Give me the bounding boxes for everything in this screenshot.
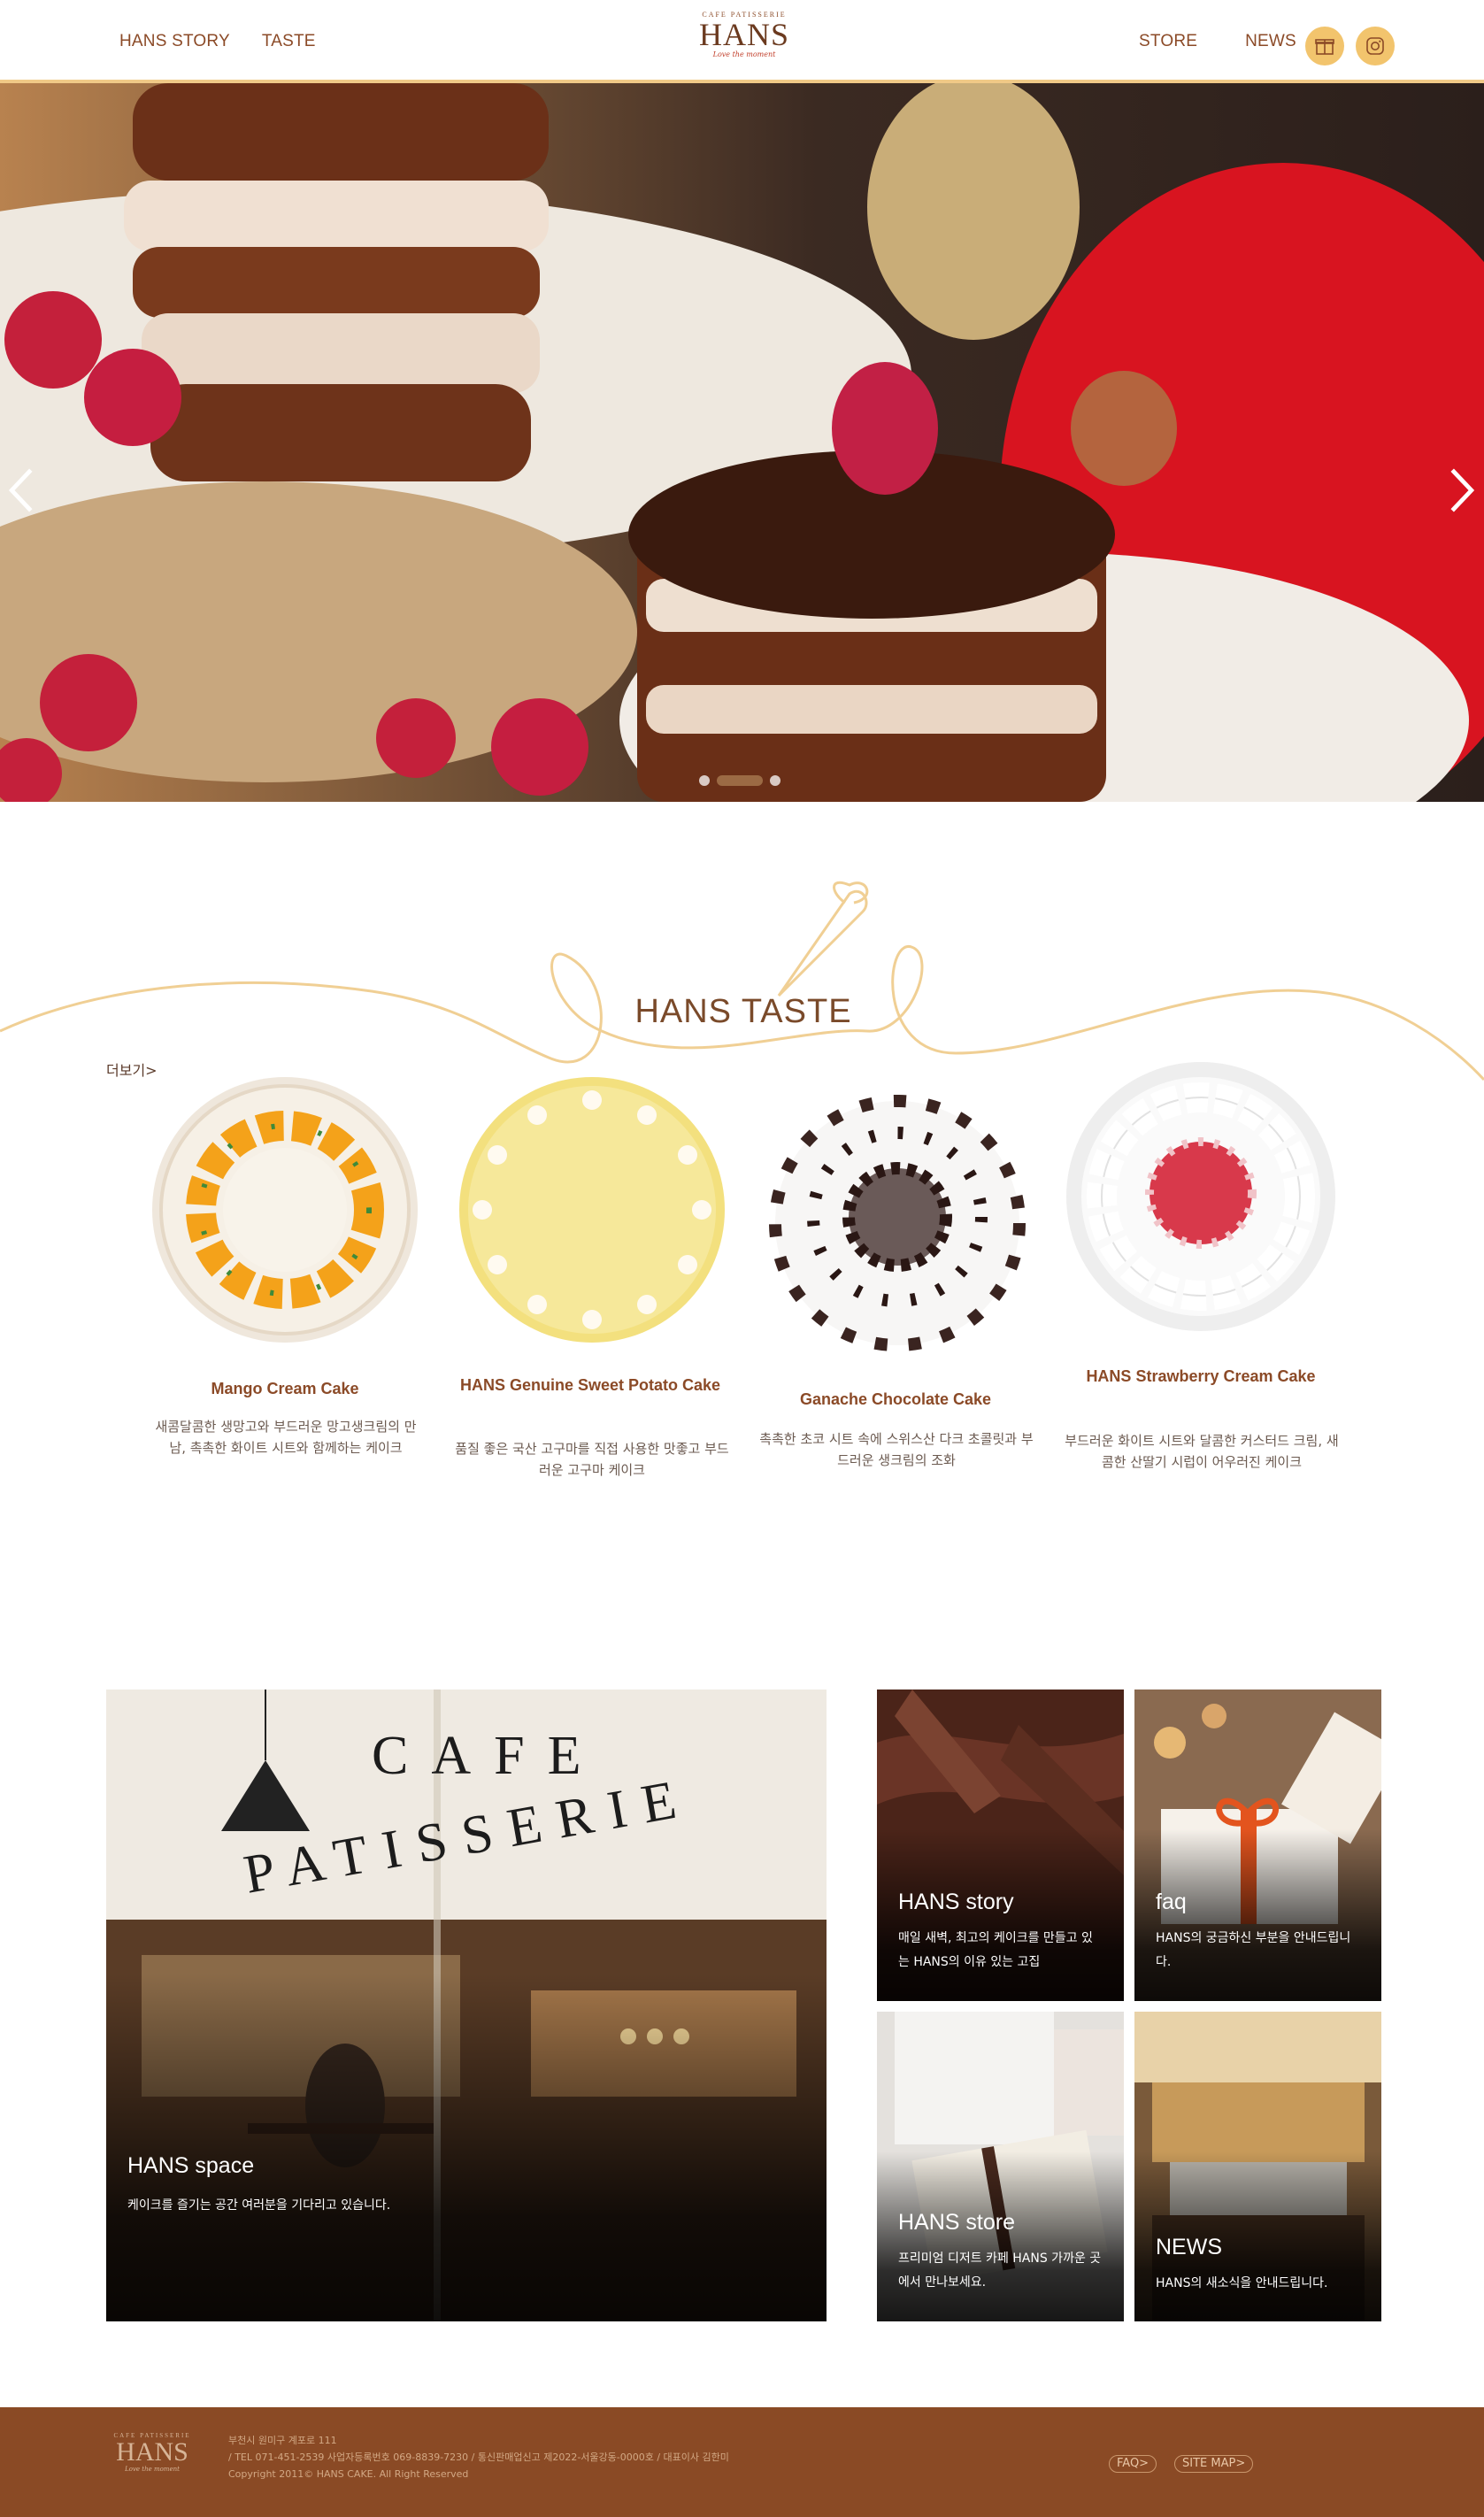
- footer-info: 부천시 원미구 계포로 111 / TEL 071-451-2539 사업자등록…: [228, 2432, 729, 2482]
- site-logo[interactable]: CAFE PATISSERIE HANS Love the moment: [698, 9, 790, 74]
- tile-hans-space[interactable]: CAFE PATISSERIE HANS space 케이크를 즐기는 공간 여…: [106, 1690, 827, 2321]
- more-link[interactable]: 더보기>: [106, 1058, 158, 1080]
- cake-description: 촉촉한 초코 시트 속에 스위스산 다크 초콜릿과 부드러운 생크림의 조화: [759, 1431, 1034, 1468]
- footer-logo-wordmark: HANS: [116, 2437, 188, 2467]
- ganache-chocolate-cake-image[interactable]: [763, 1089, 1033, 1362]
- sign-cafe-text: CAFE: [372, 1726, 604, 1786]
- slider-dot[interactable]: [699, 775, 710, 786]
- main-nav-left: HANS STORY TASTE: [119, 32, 316, 51]
- footer-address: 부천시 원미구 계포로 111: [228, 2435, 337, 2446]
- nav-store[interactable]: STORE: [1139, 32, 1197, 51]
- faq-button[interactable]: FAQ>: [1109, 2455, 1157, 2473]
- main-nav-right: STORE NEWS: [1139, 32, 1296, 51]
- tile-news[interactable]: NEWS HANS의 새소식을 안내드립니다.: [1134, 2012, 1381, 2321]
- tile-hans-story[interactable]: HANS story 매일 새벽, 최고의 케이크를 만들고 있는 HANS의 …: [877, 1690, 1124, 2001]
- slider-dot-active[interactable]: [717, 775, 763, 786]
- nav-news[interactable]: NEWS: [1245, 32, 1296, 51]
- cake-name[interactable]: HANS Genuine Sweet Potato Cake: [458, 1372, 723, 1398]
- hero-slider[interactable]: [0, 83, 1484, 802]
- logo-wordmark: HANS: [698, 17, 789, 52]
- site-header: HANS STORY TASTE CAFE PATISSERIE HANS Lo…: [0, 0, 1484, 83]
- instagram-icon[interactable]: [1356, 27, 1395, 65]
- cake-name[interactable]: Ganache Chocolate Cake: [763, 1386, 1028, 1412]
- tile-title: HANS story: [898, 1890, 1014, 1914]
- tile-description: HANS의 궁금하신 부분을 안내드립니다.: [1156, 1931, 1351, 1969]
- nav-taste[interactable]: TASTE: [262, 32, 316, 51]
- tile-description: 매일 새벽, 최고의 케이크를 만들고 있는 HANS의 이유 있는 고집: [898, 1931, 1093, 1969]
- tile-description: 프리미엄 디저트 카페 HANS 가까운 곳에서 만나보세요.: [898, 2251, 1102, 2290]
- footer-logo-tagline: Love the moment: [125, 2466, 180, 2473]
- cake-description: 새콤달콤한 생망고와 부드러운 망고생크림의 만남, 촉촉한 화이트 시트와 함…: [155, 1419, 417, 1456]
- sweet-potato-cake-image[interactable]: [458, 1075, 727, 1349]
- cake-name[interactable]: Mango Cream Cake: [152, 1375, 418, 1402]
- cake-description: 품질 좋은 국산 고구마를 직접 사용한 맛좋고 부드러운 고구마 케이크: [455, 1441, 729, 1478]
- tile-description: HANS의 새소식을 안내드립니다.: [1156, 2276, 1328, 2290]
- chevron-right-icon[interactable]: [1444, 464, 1480, 517]
- cake-description: 부드러운 화이트 시트와 달콤한 커스터드 크림, 새콤한 산딸기 시럽이 어우…: [1065, 1433, 1339, 1470]
- gift-icon[interactable]: [1305, 27, 1344, 65]
- strawberry-cream-cake-image[interactable]: [1066, 1062, 1336, 1335]
- footer-logo[interactable]: CAFE PATISSERIE HANS Love the moment: [108, 2432, 196, 2473]
- tile-title: NEWS: [1156, 2235, 1222, 2259]
- slider-pagination: [699, 775, 780, 786]
- slider-dot[interactable]: [770, 775, 780, 786]
- tile-title: faq: [1156, 1890, 1187, 1914]
- tile-hans-store[interactable]: HANS store 프리미엄 디저트 카페 HANS 가까운 곳에서 만나보세…: [877, 2012, 1124, 2321]
- footer-contact: / TEL 071-451-2539 사업자등록번호 069-8839-7230…: [228, 2452, 729, 2463]
- taste-section-title: HANS TASTE: [634, 993, 852, 1030]
- tile-description: 케이크를 즐기는 공간 여러분을 기다리고 있습니다.: [127, 2198, 391, 2213]
- site-footer: CAFE PATISSERIE HANS Love the moment 부천시…: [0, 2407, 1484, 2517]
- tile-faq[interactable]: faq HANS의 궁금하신 부분을 안내드립니다.: [1134, 1690, 1381, 2001]
- chevron-left-icon[interactable]: [4, 464, 39, 517]
- hero-image: [0, 83, 1484, 802]
- footer-copyright: Copyright 2011© HANS CAKE. All Right Res…: [228, 2468, 469, 2480]
- cake-name[interactable]: HANS Strawberry Cream Cake: [1068, 1363, 1334, 1389]
- mango-cake-image[interactable]: [150, 1075, 420, 1349]
- tile-title: HANS space: [127, 2153, 255, 2178]
- sitemap-button[interactable]: SITE MAP>: [1174, 2455, 1254, 2473]
- nav-hans-story[interactable]: HANS STORY: [119, 32, 230, 51]
- tile-title: HANS store: [898, 2210, 1015, 2235]
